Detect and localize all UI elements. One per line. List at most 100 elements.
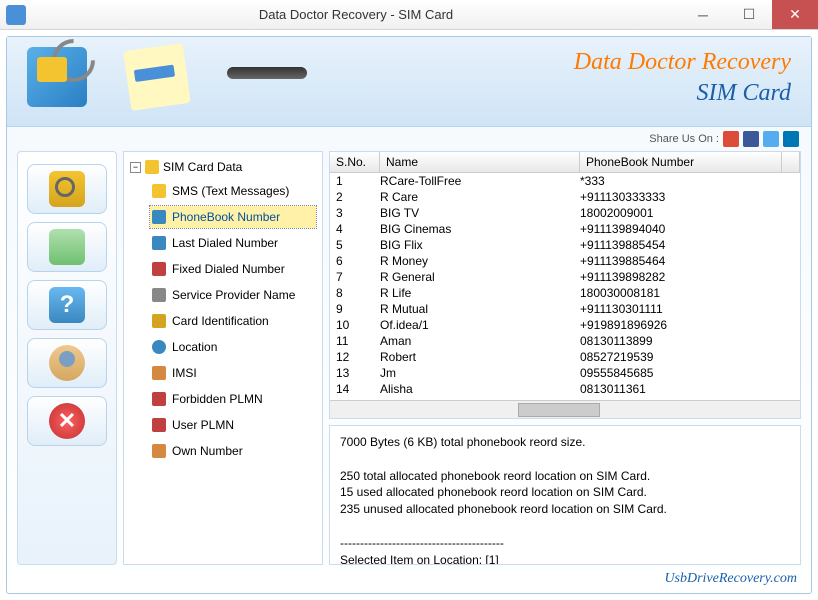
tree-item[interactable]: IMSI <box>150 362 316 384</box>
ci-icon <box>152 314 166 328</box>
close-button[interactable]: ✕ <box>772 0 818 29</box>
sp-icon <box>152 288 166 302</box>
tree-item[interactable]: User PLMN <box>150 414 316 436</box>
exit-button[interactable]: ✕ <box>27 396 107 446</box>
table-row[interactable]: 4BIG Cinemas+911139894040 <box>330 221 800 237</box>
data-grid: S.No. Name PhoneBook Number 1RCare-TollF… <box>329 151 801 419</box>
imsi-icon <box>152 366 166 380</box>
table-row[interactable]: 14Alisha0813011361 <box>330 381 800 397</box>
cell-num: +919891896926 <box>580 318 800 332</box>
cell-name: R Care <box>380 190 580 204</box>
share-row: Share Us On : <box>7 127 811 151</box>
cell-sno: 8 <box>330 286 380 300</box>
cell-num: 09555845685 <box>580 366 800 380</box>
minimize-button[interactable]: ─ <box>680 0 726 29</box>
tree-item-label: SMS (Text Messages) <box>172 184 289 198</box>
cell-sno: 1 <box>330 174 380 188</box>
linkedin-icon[interactable] <box>783 131 799 147</box>
close-icon: ✕ <box>49 403 85 439</box>
tree-item[interactable]: Forbidden PLMN <box>150 388 316 410</box>
cell-sno: 7 <box>330 270 380 284</box>
tree-item-label: Fixed Dialed Number <box>172 262 285 276</box>
banner: Data Doctor Recovery SIM Card <box>7 37 811 127</box>
tree-item-label: IMSI <box>172 366 197 380</box>
table-row[interactable]: 1RCare-TollFree*333 <box>330 173 800 189</box>
twitter-icon[interactable] <box>763 131 779 147</box>
tree-item[interactable]: Fixed Dialed Number <box>150 258 316 280</box>
fp-icon <box>152 392 166 406</box>
tree-item-label: Location <box>172 340 217 354</box>
tree-item-label: Card Identification <box>172 314 269 328</box>
table-row[interactable]: 8R Life180030008181 <box>330 285 800 301</box>
tree-item[interactable]: Card Identification <box>150 310 316 332</box>
column-header-sno[interactable]: S.No. <box>330 152 380 172</box>
column-header-name[interactable]: Name <box>380 152 580 172</box>
table-row[interactable]: 10Of.idea/1+919891896926 <box>330 317 800 333</box>
table-row[interactable]: 13Jm09555845685 <box>330 365 800 381</box>
cell-num: +911130301111 <box>580 302 800 316</box>
cell-num: 0813011361 <box>580 382 800 396</box>
cell-num: 180030008181 <box>580 286 800 300</box>
cell-num: 08130113899 <box>580 334 800 348</box>
tree-item-label: PhoneBook Number <box>172 210 280 224</box>
ld-icon <box>152 236 166 250</box>
user-button[interactable] <box>27 338 107 388</box>
titlebar: Data Doctor Recovery - SIM Card ─ ☐ ✕ <box>0 0 818 30</box>
tree-item[interactable]: Location <box>150 336 316 358</box>
cell-sno: 5 <box>330 238 380 252</box>
tree-collapse-icon[interactable]: − <box>130 162 141 173</box>
cell-name: Robert <box>380 350 580 364</box>
info-panel: 7000 Bytes (6 KB) total phonebook reord … <box>329 425 801 565</box>
own-icon <box>152 444 166 458</box>
table-row[interactable]: 3BIG TV18002009001 <box>330 205 800 221</box>
cell-name: Jm <box>380 366 580 380</box>
app-icon <box>6 5 26 25</box>
banner-title: Data Doctor Recovery <box>574 49 791 76</box>
tree-item[interactable]: Own Number <box>150 440 316 462</box>
cell-sno: 9 <box>330 302 380 316</box>
tree-item[interactable]: PhoneBook Number <box>150 206 316 228</box>
tree-item[interactable]: SMS (Text Messages) <box>150 180 316 202</box>
search-sim-button[interactable] <box>27 164 107 214</box>
cell-num: +911139885454 <box>580 238 800 252</box>
table-row[interactable]: 11Aman08130113899 <box>330 333 800 349</box>
facebook-icon[interactable] <box>743 131 759 147</box>
tree-item-label: Own Number <box>172 444 243 458</box>
googleplus-icon[interactable] <box>723 131 739 147</box>
maximize-button[interactable]: ☐ <box>726 0 772 29</box>
save-button[interactable] <box>27 222 107 272</box>
tree-item-label: Forbidden PLMN <box>172 392 263 406</box>
tree-item[interactable]: Last Dialed Number <box>150 232 316 254</box>
up-icon <box>152 418 166 432</box>
cell-name: BIG TV <box>380 206 580 220</box>
table-row[interactable]: 5BIG Flix+911139885454 <box>330 237 800 253</box>
horizontal-scrollbar[interactable] <box>330 400 800 418</box>
share-label: Share Us On : <box>649 133 719 145</box>
cell-sno: 2 <box>330 190 380 204</box>
table-row[interactable]: 12Robert08527219539 <box>330 349 800 365</box>
loc-icon <box>152 340 166 354</box>
tree-root-label[interactable]: SIM Card Data <box>163 160 242 174</box>
cell-num: 08527219539 <box>580 350 800 364</box>
cell-sno: 13 <box>330 366 380 380</box>
table-row[interactable]: 7R General+911139898282 <box>330 269 800 285</box>
tree-item-label: User PLMN <box>172 418 234 432</box>
cell-sno: 14 <box>330 382 380 396</box>
table-row[interactable]: 6R Money+911139885464 <box>330 253 800 269</box>
tree-item[interactable]: Service Provider Name <box>150 284 316 306</box>
table-row[interactable]: 2R Care+911130333333 <box>330 189 800 205</box>
cell-num: *333 <box>580 174 800 188</box>
pen-icon <box>227 67 307 79</box>
cell-name: R Money <box>380 254 580 268</box>
sms-icon <box>152 184 166 198</box>
cell-name: Aman <box>380 334 580 348</box>
column-header-number[interactable]: PhoneBook Number <box>580 152 782 172</box>
cell-sno: 12 <box>330 350 380 364</box>
cell-num: +911139898282 <box>580 270 800 284</box>
cell-num: 18002009001 <box>580 206 800 220</box>
help-button[interactable]: ? <box>27 280 107 330</box>
footer-link[interactable]: UsbDriveRecovery.com <box>7 571 811 593</box>
table-row[interactable]: 9R Mutual+911130301111 <box>330 301 800 317</box>
tree-item-label: Last Dialed Number <box>172 236 278 250</box>
scroll-header <box>782 152 800 172</box>
